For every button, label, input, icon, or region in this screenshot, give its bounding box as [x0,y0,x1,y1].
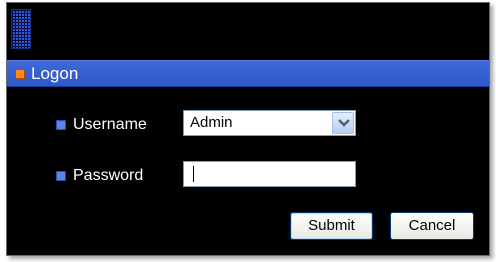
username-select[interactable]: Admin [183,110,356,136]
password-field[interactable] [183,161,356,187]
cancel-button[interactable]: Cancel [390,212,474,240]
password-label: Password [73,167,144,184]
title-bullet-icon [15,69,25,79]
dialog-title: Logon [31,64,79,83]
username-label: Username [73,116,147,133]
password-bullet-icon [56,171,66,181]
text-caret [193,166,194,182]
page-frame: Logon Username Admin Password Submit Can… [0,0,496,262]
dropdown-button[interactable] [332,112,354,134]
submit-button[interactable]: Submit [290,212,373,240]
username-selected-value: Admin [190,114,233,131]
grid-pattern-icon [11,9,31,49]
logon-window: Logon Username Admin Password Submit Can… [6,2,490,256]
title-bar: Logon [7,60,489,87]
username-bullet-icon [56,120,66,130]
chevron-down-icon [338,119,350,127]
